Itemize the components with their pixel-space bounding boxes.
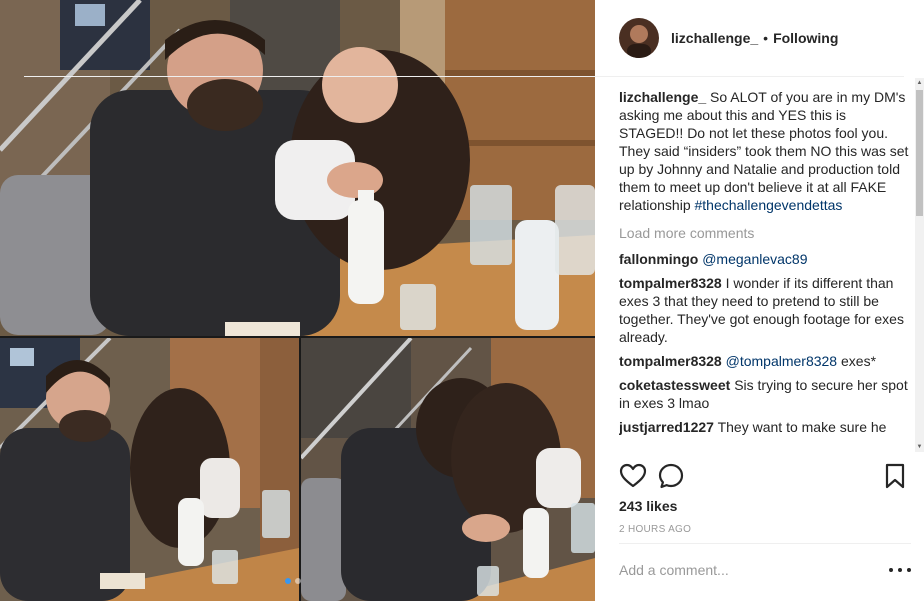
comment-item: fallonmingo @meganlevac89 xyxy=(619,250,909,268)
post-header: lizchallenge_ • Following xyxy=(619,16,924,60)
photo-couple-kissing xyxy=(301,338,595,601)
photo-couple-at-table xyxy=(0,0,595,336)
comment-username-link[interactable]: coketastessweet xyxy=(619,377,730,393)
post-timestamp[interactable]: 2 HOURS AGO xyxy=(619,524,691,535)
dot xyxy=(889,568,893,572)
comments-list[interactable]: lizchallenge_ So ALOT of you are in my D… xyxy=(619,88,909,452)
dot xyxy=(907,568,911,572)
load-more-comments-button[interactable]: Load more comments xyxy=(619,224,909,242)
comment-item: tompalmer8328 @tompalmer8328 exes* xyxy=(619,352,909,370)
caption-username-link[interactable]: lizchallenge_ xyxy=(619,89,706,105)
comment-mention-link[interactable]: @tompalmer8328 xyxy=(726,353,838,369)
author-username-link[interactable]: lizchallenge_ xyxy=(671,30,758,46)
comment-item: justjarred1227 They want to make sure he xyxy=(619,418,909,436)
caption-hashtag-link[interactable]: #thechallengevendettas xyxy=(695,197,843,213)
comment-username-link[interactable]: justjarred1227 xyxy=(619,419,714,435)
likes-count-link[interactable]: 243 likes xyxy=(619,498,677,514)
carousel-dot-active xyxy=(285,578,291,584)
scroll-up-arrow-icon[interactable]: ▲ xyxy=(915,78,924,88)
photo-couple-bottom-left xyxy=(0,338,299,601)
author-avatar[interactable] xyxy=(619,18,659,58)
comment-item: tompalmer8328 I wonder if its different … xyxy=(619,274,909,346)
heart-icon[interactable] xyxy=(619,462,647,490)
comment-username-link[interactable]: fallonmingo xyxy=(619,251,698,267)
comment-box-divider xyxy=(619,543,911,544)
carousel-dot xyxy=(295,578,301,584)
header-divider xyxy=(24,76,904,77)
comments-scrollbar[interactable]: ▲ ▼ xyxy=(915,78,924,452)
comment-mention-link[interactable]: @meganlevac89 xyxy=(702,251,807,267)
scrollbar-thumb[interactable] xyxy=(916,90,923,216)
post-image-collage[interactable] xyxy=(0,0,595,601)
comment-username-link[interactable]: tompalmer8328 xyxy=(619,275,722,291)
add-comment-input[interactable] xyxy=(619,556,869,584)
dot xyxy=(898,568,902,572)
comment-item: coketastessweet Sis trying to secure her… xyxy=(619,376,909,412)
scroll-down-arrow-icon[interactable]: ▼ xyxy=(915,442,924,452)
bookmark-icon[interactable] xyxy=(881,462,909,490)
caption-text: So ALOT of you are in my DM's asking me … xyxy=(619,89,909,213)
caption: lizchallenge_ So ALOT of you are in my D… xyxy=(619,88,909,214)
speech-bubble-icon[interactable] xyxy=(657,462,685,490)
comment-text: exes* xyxy=(841,353,877,369)
more-options-icon[interactable] xyxy=(889,562,911,578)
header-separator: • xyxy=(763,30,769,46)
post-actions-bar xyxy=(619,462,909,490)
following-button[interactable]: Following xyxy=(773,30,838,46)
comment-username-link[interactable]: tompalmer8328 xyxy=(619,353,722,369)
comment-text: They want to make sure he xyxy=(717,419,887,435)
carousel-indicator xyxy=(285,578,301,584)
